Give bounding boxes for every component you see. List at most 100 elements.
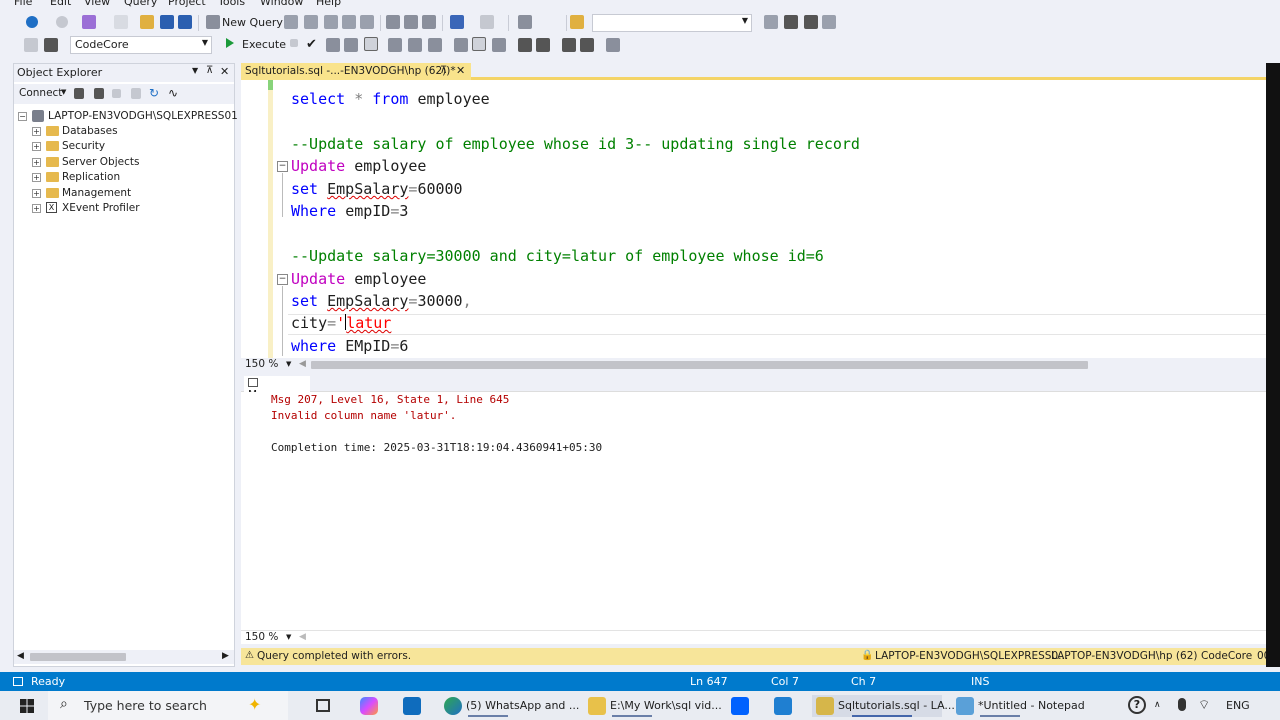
menu-tools[interactable]: Tools — [218, 0, 245, 8]
intellisense-icon[interactable] — [364, 37, 378, 51]
language-indicator[interactable]: ENG — [1226, 699, 1250, 712]
expand-icon[interactable]: + — [32, 204, 41, 213]
results-text-icon[interactable] — [454, 38, 468, 52]
messages-tab[interactable]: Messages — [244, 376, 310, 401]
xmla-query-icon[interactable] — [342, 15, 356, 29]
zoom-select[interactable]: 150 % ▼ — [242, 358, 297, 372]
undo-icon[interactable] — [450, 15, 464, 29]
dropbox-icon[interactable] — [731, 697, 749, 715]
expand-icon[interactable]: + — [32, 173, 41, 182]
taskbar-ssms[interactable]: Sqltutorials.sql - LA... — [812, 695, 955, 717]
cut-icon[interactable] — [386, 15, 400, 29]
connect-plug-icon[interactable] — [74, 88, 84, 99]
scroll-left-icon[interactable]: ◀ — [299, 632, 306, 642]
activity-monitor-icon[interactable] — [518, 15, 532, 29]
oe-horizontal-scrollbar[interactable]: ◀ ▶ — [14, 650, 234, 664]
query-designer-icon[interactable] — [344, 38, 358, 52]
taskbar-notepad[interactable]: *Untitled - Notepad — [956, 695, 1086, 717]
forward-icon[interactable] — [56, 16, 68, 28]
live-stats-icon[interactable] — [408, 38, 422, 52]
expand-icon[interactable]: + — [32, 158, 41, 167]
comment-icon[interactable] — [518, 38, 532, 52]
scroll-left-icon[interactable]: ◀ — [299, 359, 306, 369]
window-icon[interactable] — [822, 15, 836, 29]
taskbar-search[interactable]: ⌕ Type here to search ✦ — [48, 691, 288, 720]
document-tab[interactable]: Sqltutorials.sql -...-EN3VODGH\hp (62))*… — [241, 63, 471, 80]
scroll-right-icon[interactable]: ▶ — [222, 651, 229, 661]
find-icon[interactable] — [570, 15, 584, 29]
properties-icon[interactable] — [784, 15, 798, 29]
expand-icon[interactable]: + — [32, 142, 41, 151]
copilot-icon[interactable] — [360, 697, 378, 715]
refresh-icon[interactable]: ↻ — [149, 86, 159, 100]
check-icon[interactable]: ✔ — [306, 37, 317, 52]
indent-icon[interactable] — [580, 38, 594, 52]
menu-help[interactable]: Help — [316, 0, 341, 8]
dax-query-icon[interactable] — [360, 15, 374, 29]
help-icon[interactable]: ? — [1128, 696, 1146, 714]
menu-project[interactable]: Project — [168, 0, 206, 8]
editor-scroll-thumb[interactable] — [311, 361, 1088, 369]
scroll-left-icon[interactable]: ◀ — [17, 651, 24, 661]
menu-view[interactable]: View — [84, 0, 110, 8]
new-project-icon[interactable] — [82, 15, 96, 29]
open-file-icon[interactable] — [140, 15, 154, 29]
change-connection-icon[interactable] — [44, 38, 58, 52]
taskbar-file-explorer[interactable]: E:\My Work\sql vid... — [588, 695, 722, 717]
toolbox-icon[interactable] — [804, 15, 818, 29]
expand-icon[interactable]: + — [32, 189, 41, 198]
menu-window[interactable]: Window — [260, 0, 303, 8]
cancel-query-icon[interactable] — [290, 39, 298, 47]
wifi-icon[interactable]: ⌔ — [1198, 697, 1210, 713]
connect-icon[interactable] — [24, 38, 38, 52]
windows-start-icon[interactable] — [20, 699, 34, 713]
collapse-icon[interactable]: − — [277, 274, 288, 285]
collapse-icon[interactable]: − — [18, 112, 27, 121]
filter-icon[interactable] — [131, 88, 141, 99]
db-query-icon[interactable] — [284, 15, 298, 29]
chevron-down-icon[interactable]: ▼ — [61, 88, 66, 96]
add-item-icon[interactable] — [114, 15, 128, 29]
display-plan-icon[interactable] — [326, 38, 340, 52]
save-all-icon[interactable] — [178, 15, 192, 29]
specify-values-icon[interactable] — [606, 38, 620, 52]
pin-icon[interactable]: ⊼ — [440, 65, 447, 76]
activity-icon[interactable]: ∿ — [168, 86, 178, 100]
find-combo[interactable]: ▼ — [592, 14, 752, 32]
new-query-button[interactable]: New Query — [222, 16, 283, 29]
mdx-query-icon[interactable] — [304, 15, 318, 29]
chevron-down-icon[interactable]: ▼ — [192, 66, 198, 75]
menu-file[interactable]: File — [14, 0, 32, 8]
include-plan-icon[interactable] — [388, 38, 402, 52]
stop-icon[interactable] — [112, 89, 121, 98]
dmx-query-icon[interactable] — [324, 15, 338, 29]
task-view-icon[interactable] — [316, 699, 330, 712]
menu-edit[interactable]: Edit — [50, 0, 71, 8]
client-stats-icon[interactable] — [428, 38, 442, 52]
close-tab-icon[interactable]: ✕ — [456, 64, 465, 77]
outlook-icon[interactable] — [403, 697, 421, 715]
uncomment-icon[interactable] — [536, 38, 550, 52]
disconnect-icon[interactable] — [94, 88, 104, 99]
zoom-select[interactable]: 150 % ▼ — [242, 631, 297, 645]
microphone-icon[interactable] — [1178, 698, 1186, 711]
collapse-icon[interactable]: − — [277, 161, 288, 172]
vscode-icon[interactable] — [774, 697, 792, 715]
chevron-up-icon[interactable]: ∧ — [1154, 700, 1161, 710]
redo-icon[interactable] — [480, 15, 494, 29]
pin-icon[interactable]: ⊼ — [206, 65, 213, 76]
solution-explorer-icon[interactable] — [764, 15, 778, 29]
results-grid-icon[interactable] — [472, 37, 486, 51]
results-file-icon[interactable] — [492, 38, 506, 52]
execute-button[interactable]: Execute — [242, 38, 286, 51]
taskbar-whatsapp[interactable]: (5) WhatsApp and ... — [444, 695, 579, 717]
expand-icon[interactable]: + — [32, 127, 41, 136]
copy-icon[interactable] — [404, 15, 418, 29]
scroll-thumb[interactable] — [30, 653, 126, 661]
back-icon[interactable] — [26, 16, 38, 28]
close-icon[interactable]: ✕ — [220, 65, 229, 78]
paste-icon[interactable] — [422, 15, 436, 29]
menu-query[interactable]: Query — [124, 0, 157, 8]
save-icon[interactable] — [160, 15, 174, 29]
outdent-icon[interactable] — [562, 38, 576, 52]
